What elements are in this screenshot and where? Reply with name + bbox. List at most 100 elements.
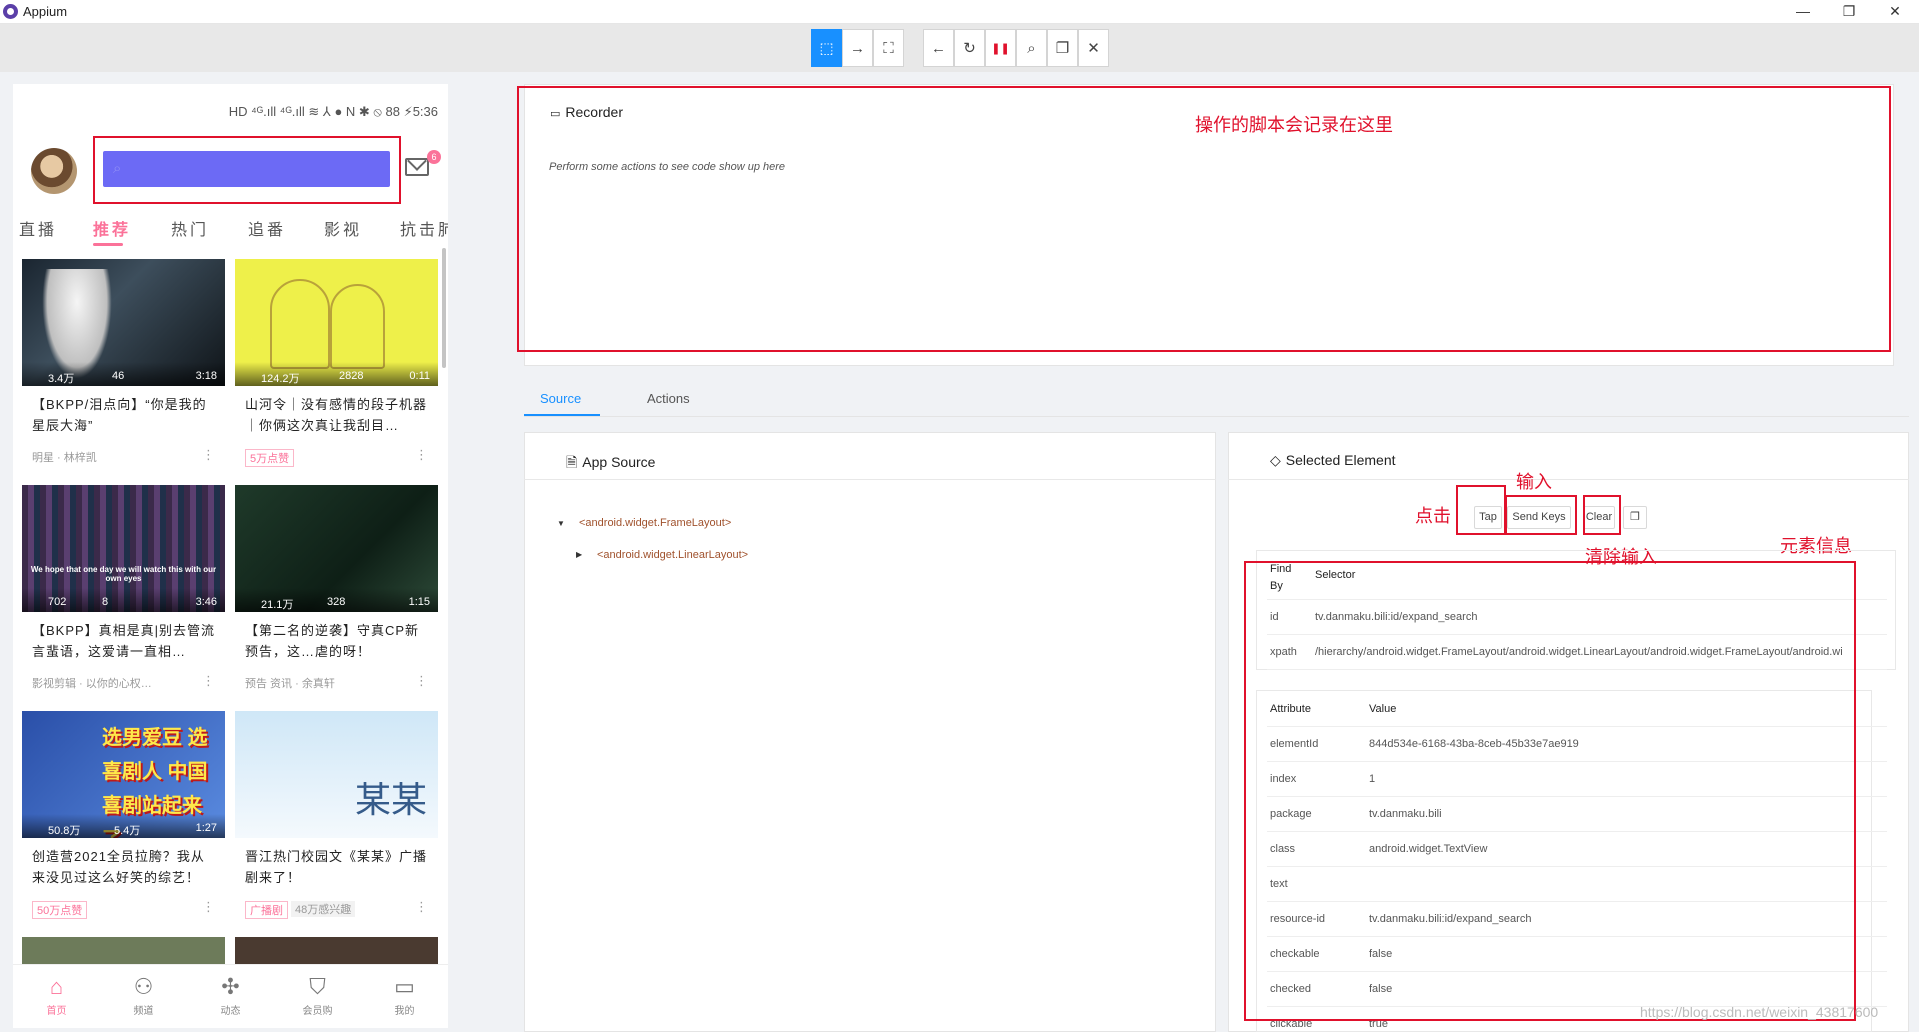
selected-element-title: ◇ Selected Element bbox=[1270, 452, 1396, 468]
swipe-button[interactable]: → bbox=[842, 29, 873, 67]
back-button[interactable]: ← bbox=[923, 29, 954, 67]
video-thumbnail: 某某 bbox=[235, 711, 438, 838]
nav-channel[interactable]: ⚇ 频道 bbox=[100, 965, 187, 1028]
tap-coordinates-button[interactable]: ⛶ bbox=[873, 29, 904, 67]
copy-xml-button[interactable]: ❐ bbox=[1047, 29, 1078, 67]
like-tag: 50万点赞 bbox=[32, 901, 88, 919]
more-icon[interactable]: ⋮ bbox=[202, 447, 215, 463]
nav-profile[interactable]: ▭ 我的 bbox=[361, 965, 448, 1028]
scrollbar[interactable] bbox=[442, 248, 446, 368]
feed-icon: ✣ bbox=[221, 974, 240, 999]
video-title: 【BKPP/泪点向】“你是我的星辰大海” bbox=[32, 397, 207, 433]
video-thumbnail bbox=[235, 937, 438, 967]
window-title: Appium bbox=[23, 4, 68, 19]
duration: 3:18 bbox=[195, 370, 217, 382]
view-count: 3.4万 bbox=[48, 373, 75, 385]
view-count: 702 bbox=[48, 596, 67, 608]
more-icon[interactable]: ⋮ bbox=[415, 447, 428, 463]
copy-attributes-button[interactable]: ❐ bbox=[1623, 506, 1647, 529]
tree-node-linearlayout[interactable]: <android.widget.LinearLayout> bbox=[597, 549, 748, 561]
tab-anime[interactable]: 追番 bbox=[248, 216, 286, 240]
duration: 0:11 bbox=[409, 370, 430, 382]
caret-right-icon[interactable]: ▶ bbox=[576, 550, 582, 559]
channel-icon: ⚇ bbox=[133, 974, 154, 999]
video-card[interactable]: 某某 晋江热门校园文《某某》广播剧来了！ 广播剧 48万感兴趣 ⋮ bbox=[235, 711, 438, 929]
video-card[interactable]: We hope that one day we will watch this … bbox=[22, 485, 225, 703]
mail-icon[interactable] bbox=[405, 158, 429, 176]
danmaku-count: 8 bbox=[102, 596, 109, 608]
video-card[interactable]: 选男爱豆 选喜剧人 中国喜剧站起来了 50.8万5.4万1:27 创造营2021… bbox=[22, 711, 225, 929]
watermark: https://blog.csdn.net/weixin_43817600 bbox=[1640, 1004, 1879, 1020]
tv-icon: ▭ bbox=[394, 974, 415, 999]
nav-shop[interactable]: ⛉ 会员购 bbox=[274, 965, 361, 1028]
select-element-button[interactable]: ⬚ bbox=[811, 29, 842, 67]
title-bar: Appium — ❐ ✕ bbox=[0, 0, 1919, 24]
duration: 3:46 bbox=[195, 596, 217, 608]
duration: 1:15 bbox=[408, 596, 430, 608]
caret-down-icon[interactable]: ▼ bbox=[557, 519, 565, 528]
more-icon[interactable]: ⋮ bbox=[202, 673, 215, 689]
video-thumbnail: 21.1万 328 1:15 bbox=[235, 485, 438, 612]
search-elements-button[interactable]: ⌕ bbox=[1016, 29, 1047, 67]
refresh-button[interactable]: ↻ bbox=[954, 29, 985, 67]
danmaku-count: 5.4万 bbox=[114, 825, 141, 837]
mail-badge: 6 bbox=[427, 150, 441, 164]
radio-drama-tag: 广播剧 bbox=[245, 901, 288, 919]
file-icon: 🗎 bbox=[566, 454, 578, 470]
tag-icon: ◇ bbox=[1270, 452, 1281, 468]
avatar[interactable] bbox=[31, 148, 77, 194]
more-icon[interactable]: ⋮ bbox=[415, 899, 428, 915]
danmaku-count: 2828 bbox=[339, 370, 364, 382]
tab-movies[interactable]: 影视 bbox=[324, 216, 362, 240]
annotation-input: 输入 bbox=[1516, 472, 1552, 493]
quit-session-button[interactable]: ✕ bbox=[1078, 29, 1109, 67]
video-uploader: 预告 资讯 · 余真轩 bbox=[245, 678, 335, 690]
nav-home[interactable]: ⌂ 首页 bbox=[13, 965, 100, 1028]
appium-logo-icon bbox=[3, 4, 18, 19]
video-title: 创造营2021全员拉胯？我从来没见过这么好笑的综艺！ bbox=[32, 849, 205, 885]
video-card[interactable]: 124.2万 2828 0:11 山河令｜没有感情的段子机器｜你俩这次真让我刮目… … bbox=[235, 259, 438, 477]
highlight-box-send-keys bbox=[1505, 495, 1577, 535]
view-count: 21.1万 bbox=[261, 599, 294, 611]
tab-hot[interactable]: 热门 bbox=[171, 216, 209, 240]
danmaku-count: 46 bbox=[112, 370, 125, 382]
like-tag: 5万点赞 bbox=[245, 449, 295, 467]
video-thumbnail bbox=[22, 937, 225, 967]
device-screenshot[interactable]: HD ⁴ᴳ.ıll ⁴ᴳ.ıll ≋ ⅄ ● N ✱ ⦸ 88 ⚡5:36 ⌕ … bbox=[13, 84, 448, 1028]
video-thumbnail: 选男爱豆 选喜剧人 中国喜剧站起来了 50.8万5.4万1:27 bbox=[22, 711, 225, 838]
tab-live[interactable]: 直播 bbox=[19, 216, 57, 240]
thumbnail-caption: We hope that one day we will watch this … bbox=[30, 565, 217, 583]
highlight-box-clear bbox=[1583, 495, 1621, 535]
tabs-divider bbox=[524, 416, 1909, 417]
tab-recommend[interactable]: 推荐 bbox=[93, 216, 131, 240]
highlight-box-search bbox=[93, 136, 401, 204]
video-title: 山河令｜没有感情的段子机器｜你俩这次真让我刮目… bbox=[245, 397, 428, 433]
more-icon[interactable]: ⋮ bbox=[415, 673, 428, 689]
tab-actions[interactable]: Actions bbox=[647, 391, 690, 406]
app-source-title: 🗎 App Source bbox=[566, 454, 656, 470]
video-thumbnail: 124.2万 2828 0:11 bbox=[235, 259, 438, 386]
minimize-button[interactable]: — bbox=[1780, 0, 1826, 24]
tree-node-framelayout[interactable]: <android.widget.FrameLayout> bbox=[579, 517, 731, 529]
close-window-button[interactable]: ✕ bbox=[1872, 0, 1918, 24]
terminal-icon: ▭ bbox=[550, 108, 561, 120]
video-card[interactable]: 21.1万 328 1:15 【第二名的逆袭】守真CP新预告，这…虐的呀！ 预告 资… bbox=[235, 485, 438, 703]
highlight-box-element-info bbox=[1244, 561, 1856, 1021]
nav-feed[interactable]: ✣ 动态 bbox=[187, 965, 274, 1028]
pause-recording-button[interactable]: ❚❚ bbox=[985, 29, 1016, 67]
bottom-navigation: ⌂ 首页 ⚇ 频道 ✣ 动态 ⛉ 会员购 ▭ 我的 bbox=[13, 964, 448, 1028]
video-thumbnail: 3.4万 46 3:18 bbox=[22, 259, 225, 386]
video-thumbnail: We hope that one day we will watch this … bbox=[22, 485, 225, 612]
video-uploader: 影视剪辑 · 以你的心权… bbox=[32, 678, 152, 690]
tab-covid[interactable]: 抗击肺 bbox=[400, 216, 448, 240]
video-title: 【BKPP】真相是真|别去管流言蜚语，这爱请一直相… bbox=[32, 623, 216, 659]
tab-underline bbox=[93, 243, 123, 246]
more-icon[interactable]: ⋮ bbox=[202, 899, 215, 915]
video-title: 【第二名的逆袭】守真CP新预告，这…虐的呀！ bbox=[245, 623, 420, 659]
restore-button[interactable]: ❐ bbox=[1826, 0, 1872, 24]
tab-active-indicator bbox=[524, 414, 600, 416]
recorder-empty-message: Perform some actions to see code show up… bbox=[549, 161, 786, 173]
video-card[interactable]: 3.4万 46 3:18 【BKPP/泪点向】“你是我的星辰大海” 明星 · 林梓凯… bbox=[22, 259, 225, 477]
duration: 1:27 bbox=[195, 822, 217, 834]
tab-source[interactable]: Source bbox=[540, 391, 581, 406]
